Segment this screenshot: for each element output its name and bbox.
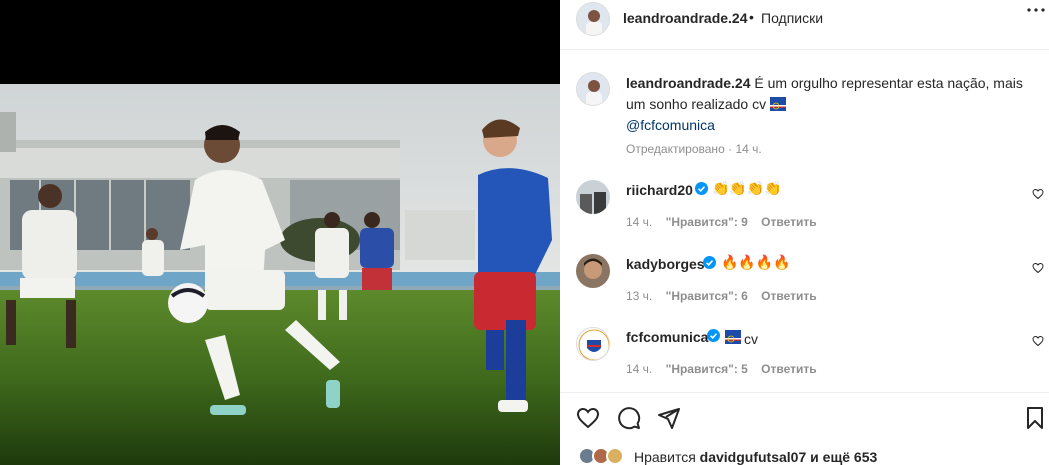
reply-button[interactable]: Ответить (761, 362, 816, 376)
verified-badge-icon (703, 256, 716, 269)
caption-username[interactable]: leandroandrade.24 (626, 75, 751, 91)
post-photo[interactable] (0, 0, 560, 465)
comment-time[interactable]: 14 ч. (626, 362, 652, 376)
verified-badge-icon (695, 182, 708, 195)
comment-item: riichard20 👏👏👏👏 14 ч. "Нравится": 9 Отве… (560, 180, 1049, 250)
comment-bubble-icon[interactable] (617, 406, 641, 430)
comment-like-heart-icon[interactable] (1032, 262, 1044, 274)
cape-verde-flag-icon (769, 97, 786, 111)
comment-meta: 14 ч. "Нравится": 5 Ответить (626, 362, 827, 376)
edited-time: 14 ч. (735, 142, 762, 156)
reply-button[interactable]: Ответить (761, 289, 816, 303)
caption-mention-link[interactable]: @fcfcomunica (626, 117, 715, 133)
comment-username[interactable]: fcfcomunica (626, 329, 708, 345)
comment-text: 👏👏👏👏 (712, 180, 782, 196)
more-options-icon[interactable] (1026, 0, 1046, 18)
edited-label: Отредактировано (626, 142, 725, 156)
edited-meta: Отредактировано · 14 ч. (626, 142, 762, 156)
comment-username[interactable]: riichard20 (626, 182, 693, 198)
commenter-avatar[interactable] (576, 180, 610, 214)
separator-dot: • (749, 9, 754, 25)
following-button[interactable]: Подписки (761, 10, 823, 26)
likes-text[interactable]: Нравится davidgufutsal07 и ещё 653 (634, 449, 877, 465)
author-avatar-image (577, 3, 609, 35)
likes-others[interactable]: и ещё 653 (810, 449, 877, 465)
comment-likes-count[interactable]: "Нравится": 9 (666, 215, 748, 229)
comment-likes-count[interactable]: "Нравится": 5 (666, 362, 748, 376)
likes-prefix: Нравится (634, 449, 696, 465)
comment-text: cv (744, 331, 758, 347)
likes-summary: Нравится davidgufutsal07 и ещё 653 (576, 446, 1046, 465)
post-sidebar: leandroandrade.24 • Подписки leandroandr… (560, 0, 1049, 465)
commenter-avatar[interactable] (576, 327, 610, 361)
post-action-bar (560, 392, 1049, 432)
reply-button[interactable]: Ответить (761, 215, 816, 229)
commenter-avatar[interactable] (576, 254, 610, 288)
comment-item: fcfcomunica cv 14 ч. "Нравится": 5 Ответ… (560, 327, 1049, 397)
author-avatar[interactable] (576, 2, 610, 36)
comment-username[interactable]: kadyborges (626, 256, 705, 272)
football-match-photo (0, 0, 560, 465)
comment-like-heart-icon[interactable] (1032, 188, 1044, 200)
comment-text: 🔥🔥🔥🔥 (721, 254, 791, 270)
comment-meta: 14 ч. "Нравится": 9 Ответить (626, 215, 827, 229)
verified-badge-icon (707, 329, 720, 342)
post-header: leandroandrade.24 • Подписки (560, 0, 1049, 50)
author-username[interactable]: leandroandrade.24 (623, 10, 748, 26)
caption-text-block: leandroandrade.24 É um orgulho represent… (626, 73, 1046, 136)
comment-like-heart-icon[interactable] (1032, 335, 1044, 347)
cape-verde-flag-icon (725, 330, 741, 344)
commenter-avatar-image (576, 254, 610, 288)
comment-time[interactable]: 14 ч. (626, 215, 652, 229)
likes-user[interactable]: davidgufutsal07 (700, 449, 807, 465)
fcf-logo-icon (578, 329, 609, 360)
share-paper-plane-icon[interactable] (657, 406, 681, 430)
caption-author-avatar[interactable] (576, 72, 610, 106)
comment-time[interactable]: 13 ч. (626, 289, 652, 303)
comment-likes-count[interactable]: "Нравится": 6 (666, 289, 748, 303)
liker-avatar (606, 447, 624, 465)
comment-item: kadyborges 🔥🔥🔥🔥 13 ч. "Нравится": 6 Отве… (560, 254, 1049, 324)
like-heart-icon[interactable] (576, 406, 600, 430)
commenter-avatar-image (576, 180, 610, 214)
save-bookmark-icon[interactable] (1023, 406, 1047, 430)
caption-avatar-image (577, 73, 609, 105)
comment-meta: 13 ч. "Нравится": 6 Ответить (626, 289, 827, 303)
